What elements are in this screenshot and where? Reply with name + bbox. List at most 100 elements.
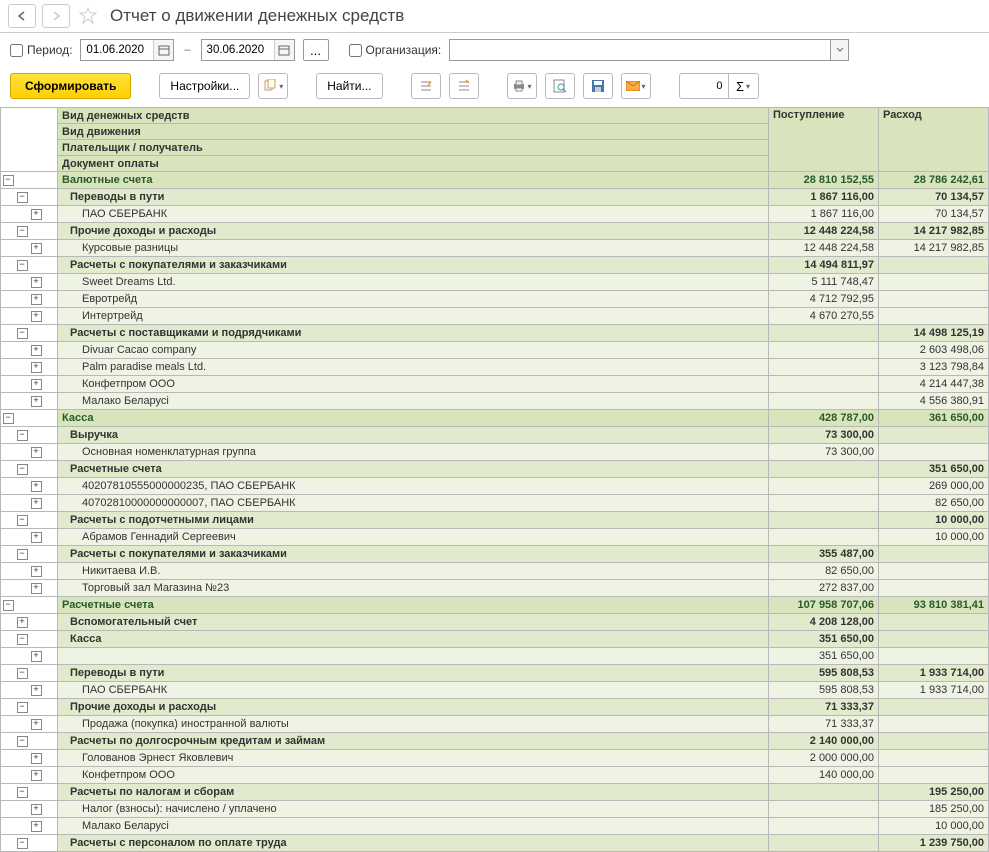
tree-toggle[interactable]: − [3,413,14,424]
data-row[interactable]: +Малако Беларусі10 000,00 [1,818,989,835]
tree-toggle[interactable]: − [3,175,14,186]
tree-toggle[interactable]: + [31,209,42,220]
tree-toggle[interactable]: − [17,430,28,441]
data-row[interactable]: −Касса351 650,00 [1,631,989,648]
data-row[interactable]: +Абрамов Геннадий Сергеевич10 000,00 [1,529,989,546]
data-row[interactable]: +40207810555000000235, ПАО СБЕРБАНК269 0… [1,478,989,495]
tree-toggle[interactable]: + [31,396,42,407]
period-checkbox[interactable] [10,44,23,57]
email-button[interactable] [621,73,651,99]
data-row[interactable]: +Palm paradise meals Ltd.3 123 798,84 [1,359,989,376]
settings-button[interactable]: Настройки... [159,73,250,99]
data-row[interactable]: +Курсовые разницы12 448 224,5814 217 982… [1,240,989,257]
data-row[interactable]: +Торговый зал Магазина №23272 837,00 [1,580,989,597]
tree-toggle[interactable]: + [31,362,42,373]
data-row[interactable]: −Касса428 787,00361 650,00 [1,410,989,427]
data-row[interactable]: −Расчеты с покупателями и заказчиками14 … [1,257,989,274]
expand-button[interactable] [411,73,441,99]
tree-toggle[interactable]: − [17,328,28,339]
data-row[interactable]: −Прочие доходы и расходы12 448 224,5814 … [1,223,989,240]
tree-toggle[interactable]: − [17,226,28,237]
tree-toggle[interactable]: + [31,243,42,254]
tree-toggle[interactable]: + [31,294,42,305]
data-row[interactable]: +Конфетпром ООО140 000,00 [1,767,989,784]
tree-toggle[interactable]: + [31,753,42,764]
variants-button[interactable] [258,73,288,99]
find-button[interactable]: Найти... [316,73,382,99]
data-row[interactable]: +Малако Беларусі4 556 380,91 [1,393,989,410]
tree-toggle[interactable]: + [31,566,42,577]
tree-toggle[interactable]: − [17,464,28,475]
data-row[interactable]: +40702810000000000007, ПАО СБЕРБАНК82 65… [1,495,989,512]
sum-button[interactable]: Σ [729,73,759,99]
data-row[interactable]: −Расчеты с поставщиками и подрядчиками14… [1,325,989,342]
data-row[interactable]: −Расчеты с подотчетными лицами10 000,00 [1,512,989,529]
org-checkbox[interactable] [349,44,362,57]
tree-toggle[interactable]: − [17,787,28,798]
tree-toggle[interactable]: + [31,311,42,322]
data-row[interactable]: +Divuar Cacao company2 603 498,06 [1,342,989,359]
data-row[interactable]: −Расчетные счета351 650,00 [1,461,989,478]
data-row[interactable]: −Прочие доходы и расходы71 333,37 [1,699,989,716]
tree-toggle[interactable]: + [31,821,42,832]
form-button[interactable]: Сформировать [10,73,131,99]
save-button[interactable] [583,73,613,99]
data-row[interactable]: +Вспомогательный счет4 208 128,00 [1,614,989,631]
tree-toggle[interactable]: − [17,634,28,645]
data-row[interactable]: +Интертрейд4 670 270,55 [1,308,989,325]
data-row[interactable]: +Никитаева И.В.82 650,00 [1,563,989,580]
data-row[interactable]: −Переводы в пути595 808,531 933 714,00 [1,665,989,682]
tree-toggle[interactable]: + [31,583,42,594]
tree-toggle[interactable]: + [31,651,42,662]
num-input[interactable] [679,73,729,99]
data-row[interactable]: −Расчеты с покупателями и заказчиками355… [1,546,989,563]
data-row[interactable]: +ПАО СБЕРБАНК1 867 116,0070 134,57 [1,206,989,223]
data-row[interactable]: −Расчетные счета107 958 707,0693 810 381… [1,597,989,614]
data-row[interactable]: +Евротрейд4 712 792,95 [1,291,989,308]
tree-toggle[interactable]: + [31,345,42,356]
tree-toggle[interactable]: + [31,481,42,492]
data-row[interactable]: +Голованов Эрнест Яковлевич2 000 000,00 [1,750,989,767]
tree-toggle[interactable]: + [31,379,42,390]
tree-toggle[interactable]: + [31,277,42,288]
tree-toggle[interactable]: + [31,804,42,815]
forward-button[interactable] [42,4,70,28]
date-from-input[interactable] [81,42,153,58]
tree-toggle[interactable]: + [31,719,42,730]
tree-toggle[interactable]: − [17,549,28,560]
data-row[interactable]: +Конфетпром ООО4 214 447,38 [1,376,989,393]
tree-toggle[interactable]: − [17,838,28,849]
back-button[interactable] [8,4,36,28]
tree-toggle[interactable]: − [17,192,28,203]
report-area[interactable]: Вид денежных средств Поступление Расход … [0,107,989,852]
data-row[interactable]: −Расчеты по долгосрочным кредитам и займ… [1,733,989,750]
tree-toggle[interactable]: − [17,736,28,747]
data-row[interactable]: −Переводы в пути1 867 116,0070 134,57 [1,189,989,206]
favorite-button[interactable] [76,4,100,28]
tree-toggle[interactable]: + [17,617,28,628]
data-row[interactable]: −Расчеты с персоналом по оплате труда1 2… [1,835,989,852]
data-row[interactable]: +351 650,00 [1,648,989,665]
tree-toggle[interactable]: − [3,600,14,611]
collapse-button[interactable] [449,73,479,99]
period-more-button[interactable]: ... [303,39,329,61]
tree-toggle[interactable]: + [31,498,42,509]
data-row[interactable]: −Валютные счета28 810 152,5528 786 242,6… [1,172,989,189]
tree-toggle[interactable]: + [31,447,42,458]
data-row[interactable]: −Выручка73 300,00 [1,427,989,444]
tree-toggle[interactable]: − [17,702,28,713]
print-button[interactable] [507,73,537,99]
tree-toggle[interactable]: − [17,668,28,679]
data-row[interactable]: −Расчеты по налогам и сборам195 250,00 [1,784,989,801]
org-input[interactable] [449,39,831,61]
data-row[interactable]: +ПАО СБЕРБАНК595 808,531 933 714,00 [1,682,989,699]
date-to-input[interactable] [202,42,274,58]
date-to-picker-button[interactable] [274,40,294,60]
preview-button[interactable] [545,73,575,99]
tree-toggle[interactable]: + [31,770,42,781]
tree-toggle[interactable]: + [31,685,42,696]
org-dropdown-button[interactable] [831,39,849,61]
tree-toggle[interactable]: − [17,260,28,271]
date-from-picker-button[interactable] [153,40,173,60]
tree-toggle[interactable]: + [31,532,42,543]
